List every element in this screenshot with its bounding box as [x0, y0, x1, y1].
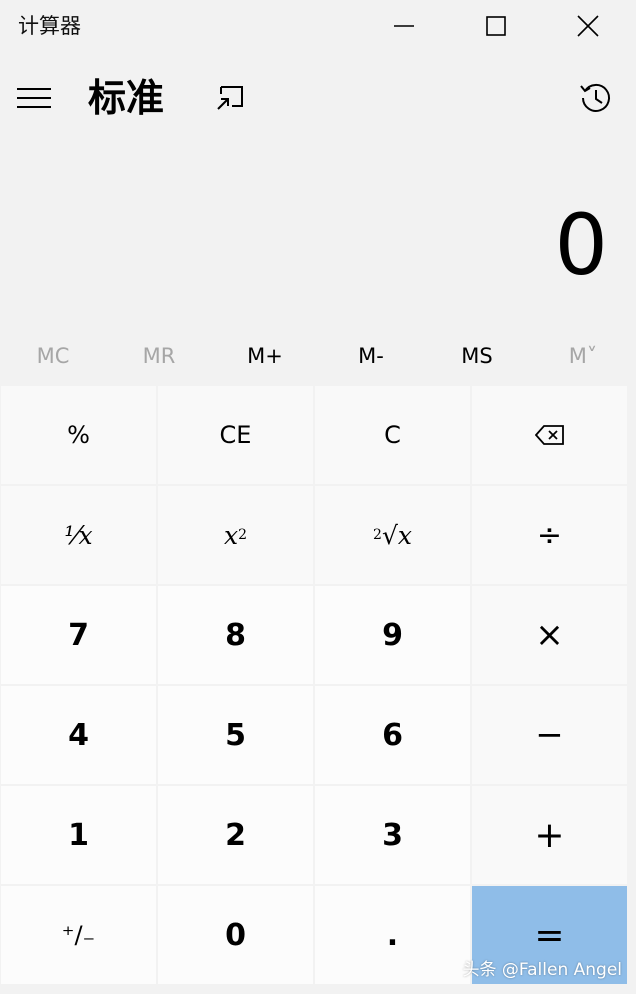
maximize-icon: [486, 16, 506, 36]
header: 标准: [0, 60, 636, 138]
divide-button[interactable]: ÷: [472, 486, 627, 584]
digit-2-button[interactable]: 2: [158, 786, 313, 884]
memory-list-button[interactable]: M˅: [530, 330, 636, 382]
digit-6-button[interactable]: 6: [315, 686, 470, 784]
digit-5-button[interactable]: 5: [158, 686, 313, 784]
history-button[interactable]: [572, 74, 620, 122]
digit-7-button[interactable]: 7: [1, 586, 156, 684]
memory-store-button[interactable]: MS: [424, 330, 530, 382]
watermark-text: 头条 @Fallen Angel: [462, 960, 623, 980]
root-index: 2: [373, 527, 382, 543]
keypad: % CE C ⅟x x2 2 √x ÷ 7 8 9 × 4 5 6 − 1 2 3…: [1, 386, 627, 986]
hamburger-menu-icon: [17, 88, 51, 108]
root-radical: √x: [381, 520, 412, 550]
memory-row: MC MR M+ M- MS M˅: [0, 330, 636, 382]
close-icon: [577, 15, 599, 37]
square-root-button[interactable]: 2 √x: [315, 486, 470, 584]
calculator-window: 计算器 标准 0 MC MR M+ M- MS M˅ % CE C ⅟x x 2…: [0, 0, 636, 994]
memory-add-button[interactable]: M+: [212, 330, 318, 382]
title-bar: 计算器: [0, 0, 636, 52]
keep-on-top-icon: [217, 86, 243, 110]
digit-1-button[interactable]: 1: [1, 786, 156, 884]
memory-clear-button[interactable]: MC: [0, 330, 106, 382]
minimize-icon: [394, 25, 414, 27]
multiply-button[interactable]: ×: [472, 586, 627, 684]
minus-button[interactable]: −: [472, 686, 627, 784]
digit-4-button[interactable]: 4: [1, 686, 156, 784]
mode-title: 标准: [88, 76, 165, 120]
backspace-button[interactable]: [472, 386, 627, 484]
square-base: x: [223, 520, 239, 550]
backspace-icon: [534, 425, 564, 445]
app-title: 计算器: [18, 14, 81, 38]
plus-button[interactable]: +: [472, 786, 627, 884]
minimize-button[interactable]: [358, 0, 450, 52]
digit-0-button[interactable]: 0: [158, 886, 313, 984]
reciprocal-button[interactable]: ⅟x: [1, 486, 156, 584]
clear-button[interactable]: C: [315, 386, 470, 484]
history-icon: [580, 83, 610, 112]
clear-entry-button[interactable]: CE: [158, 386, 313, 484]
navigation-menu-button[interactable]: [10, 74, 58, 122]
digit-8-button[interactable]: 8: [158, 586, 313, 684]
square-exponent: 2: [238, 527, 248, 543]
percent-button[interactable]: %: [1, 386, 156, 484]
square-button[interactable]: x2: [158, 486, 313, 584]
result-display: 0: [554, 196, 608, 294]
digit-3-button[interactable]: 3: [315, 786, 470, 884]
memory-recall-button[interactable]: MR: [106, 330, 212, 382]
decimal-button[interactable]: .: [315, 886, 470, 984]
negate-button[interactable]: ⁺∕₋: [1, 886, 156, 984]
memory-subtract-button[interactable]: M-: [318, 330, 424, 382]
maximize-button[interactable]: [450, 0, 542, 52]
close-button[interactable]: [542, 0, 634, 52]
keep-on-top-button[interactable]: [206, 74, 254, 122]
digit-9-button[interactable]: 9: [315, 586, 470, 684]
